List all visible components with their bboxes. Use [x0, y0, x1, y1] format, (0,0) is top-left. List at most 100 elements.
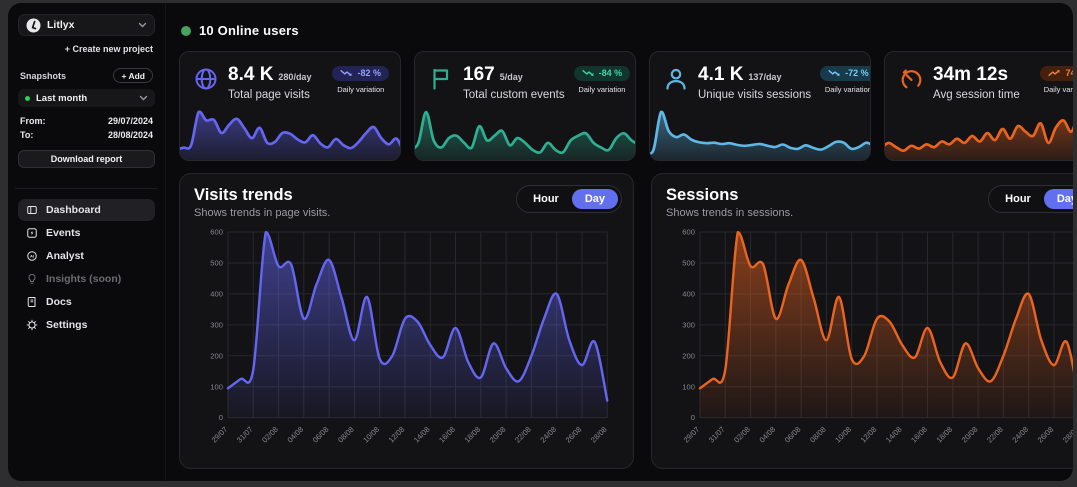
stat-title: Avg session time — [933, 89, 1020, 101]
variation-badge: -82 % — [332, 66, 389, 81]
svg-text:26/08: 26/08 — [564, 425, 584, 445]
hour-toggle-button[interactable]: Hour — [520, 189, 572, 209]
to-value: 28/08/2024 — [108, 129, 153, 143]
snapshot-selected-value: Last month — [36, 93, 133, 104]
stat-rate: 280/day — [278, 72, 311, 82]
sidebar-item-settings[interactable]: Settings — [18, 314, 155, 336]
main-content: 10 Online users 8.4 K 280/day Total page … — [166, 3, 1073, 481]
litlyx-logo-icon — [26, 18, 41, 33]
variation-badge: -72 % — [820, 66, 871, 81]
trend-down-icon — [340, 69, 353, 77]
sessions-interval-toggle: Hour Day — [988, 185, 1073, 213]
sidebar-item-label: Insights (soon) — [46, 273, 121, 285]
project-name: Litlyx — [47, 19, 132, 31]
trend-down-icon — [582, 69, 595, 77]
stat-card-avg-session: 34m 12s Avg session time 74 % Daily vari… — [884, 51, 1073, 161]
download-report-button[interactable]: Download report — [18, 150, 155, 168]
sidebar-item-label: Docs — [46, 296, 72, 308]
svg-text:29/07: 29/07 — [682, 425, 702, 445]
sidebar-item-label: Settings — [46, 319, 87, 331]
variation-badge: -84 % — [574, 66, 631, 81]
stat-title: Total custom events — [463, 89, 565, 101]
from-value: 29/07/2024 — [108, 115, 153, 129]
sidebar-item-docs[interactable]: Docs — [18, 291, 155, 313]
svg-text:0: 0 — [219, 413, 223, 422]
svg-text:AI: AI — [30, 254, 34, 259]
svg-text:12/08: 12/08 — [387, 425, 407, 445]
online-users-text: 10 Online users — [199, 23, 299, 38]
sidebar-item-dashboard[interactable]: Dashboard — [18, 199, 155, 221]
sidebar-menu: Dashboard Events AI Analyst Insights (so… — [18, 199, 155, 337]
stat-value: 4.1 K — [698, 64, 743, 86]
svg-text:02/08: 02/08 — [732, 425, 752, 445]
sidebar-item-events[interactable]: Events — [18, 222, 155, 244]
svg-text:24/08: 24/08 — [538, 425, 558, 445]
svg-text:16/08: 16/08 — [437, 425, 457, 445]
to-label: To: — [20, 129, 33, 143]
chevron-down-icon — [138, 22, 147, 28]
stat-rate: 137/day — [748, 72, 781, 82]
snapshot-status-dot — [25, 96, 30, 101]
svg-text:14/08: 14/08 — [884, 425, 904, 445]
online-users-status: 10 Online users — [181, 23, 1073, 38]
globe-icon — [193, 66, 219, 92]
add-snapshot-button[interactable]: + Add — [113, 68, 153, 83]
stat-cards-row: 8.4 K 280/day Total page visits -82 % Dai… — [179, 51, 1073, 161]
sidebar-divider — [15, 188, 158, 189]
stat-card-page-visits: 8.4 K 280/day Total page visits -82 % Dai… — [179, 51, 401, 161]
charts-row: Visits trends Shows trends in page visit… — [179, 173, 1073, 469]
unique-sessions-sparkline — [649, 107, 871, 161]
variation-caption: Daily variation — [332, 85, 389, 94]
svg-text:02/08: 02/08 — [260, 425, 280, 445]
svg-text:04/08: 04/08 — [758, 425, 778, 445]
svg-text:18/08: 18/08 — [463, 425, 483, 445]
svg-text:0: 0 — [691, 413, 695, 422]
svg-text:04/08: 04/08 — [285, 425, 305, 445]
timer-icon — [898, 66, 924, 92]
app-window: Litlyx + Create new project Snapshots + … — [8, 3, 1073, 481]
sidebar-item-analyst[interactable]: AI Analyst — [18, 245, 155, 267]
svg-text:31/07: 31/07 — [707, 425, 727, 445]
sessions-chart[interactable]: 010020030040050060029/0731/0702/0804/080… — [666, 226, 1073, 454]
svg-text:600: 600 — [210, 228, 223, 237]
stat-title: Total page visits — [228, 89, 311, 101]
hour-toggle-button[interactable]: Hour — [992, 189, 1044, 209]
svg-text:500: 500 — [210, 259, 223, 268]
variation-caption: Daily variation — [574, 85, 631, 94]
visits-interval-toggle: Hour Day — [516, 185, 622, 213]
svg-text:300: 300 — [210, 320, 223, 329]
svg-text:200: 200 — [210, 351, 223, 360]
svg-text:100: 100 — [682, 382, 695, 391]
project-selector[interactable]: Litlyx — [18, 14, 155, 36]
visits-trends-card: Visits trends Shows trends in page visit… — [179, 173, 634, 469]
svg-text:18/08: 18/08 — [935, 425, 955, 445]
settings-icon — [26, 319, 38, 331]
svg-text:29/07: 29/07 — [210, 425, 230, 445]
svg-text:26/08: 26/08 — [1036, 425, 1056, 445]
svg-text:400: 400 — [682, 289, 695, 298]
create-new-project-link[interactable]: + Create new project — [20, 44, 153, 54]
svg-text:08/08: 08/08 — [336, 425, 356, 445]
svg-text:600: 600 — [682, 228, 695, 237]
sidebar-item-insights[interactable]: Insights (soon) — [18, 268, 155, 290]
stat-value: 8.4 K — [228, 64, 273, 86]
chevron-down-icon — [139, 95, 148, 101]
visits-trends-chart[interactable]: 010020030040050060029/0731/0702/0804/080… — [194, 226, 619, 454]
svg-text:22/08: 22/08 — [985, 425, 1005, 445]
svg-text:14/08: 14/08 — [412, 425, 432, 445]
analyst-icon: AI — [26, 250, 38, 262]
snapshot-select[interactable]: Last month — [18, 89, 155, 107]
flag-icon — [428, 66, 454, 92]
day-toggle-button[interactable]: Day — [572, 189, 618, 209]
svg-text:400: 400 — [210, 289, 223, 298]
stat-value: 34m 12s — [933, 64, 1008, 86]
stat-title: Unique visits sessions — [698, 89, 811, 101]
online-status-dot — [181, 26, 191, 36]
svg-text:06/08: 06/08 — [783, 425, 803, 445]
trend-down-icon — [828, 69, 841, 77]
svg-text:16/08: 16/08 — [909, 425, 929, 445]
sidebar-item-label: Dashboard — [46, 204, 101, 216]
custom-events-sparkline — [414, 107, 636, 161]
day-toggle-button[interactable]: Day — [1044, 189, 1073, 209]
svg-text:20/08: 20/08 — [960, 425, 980, 445]
